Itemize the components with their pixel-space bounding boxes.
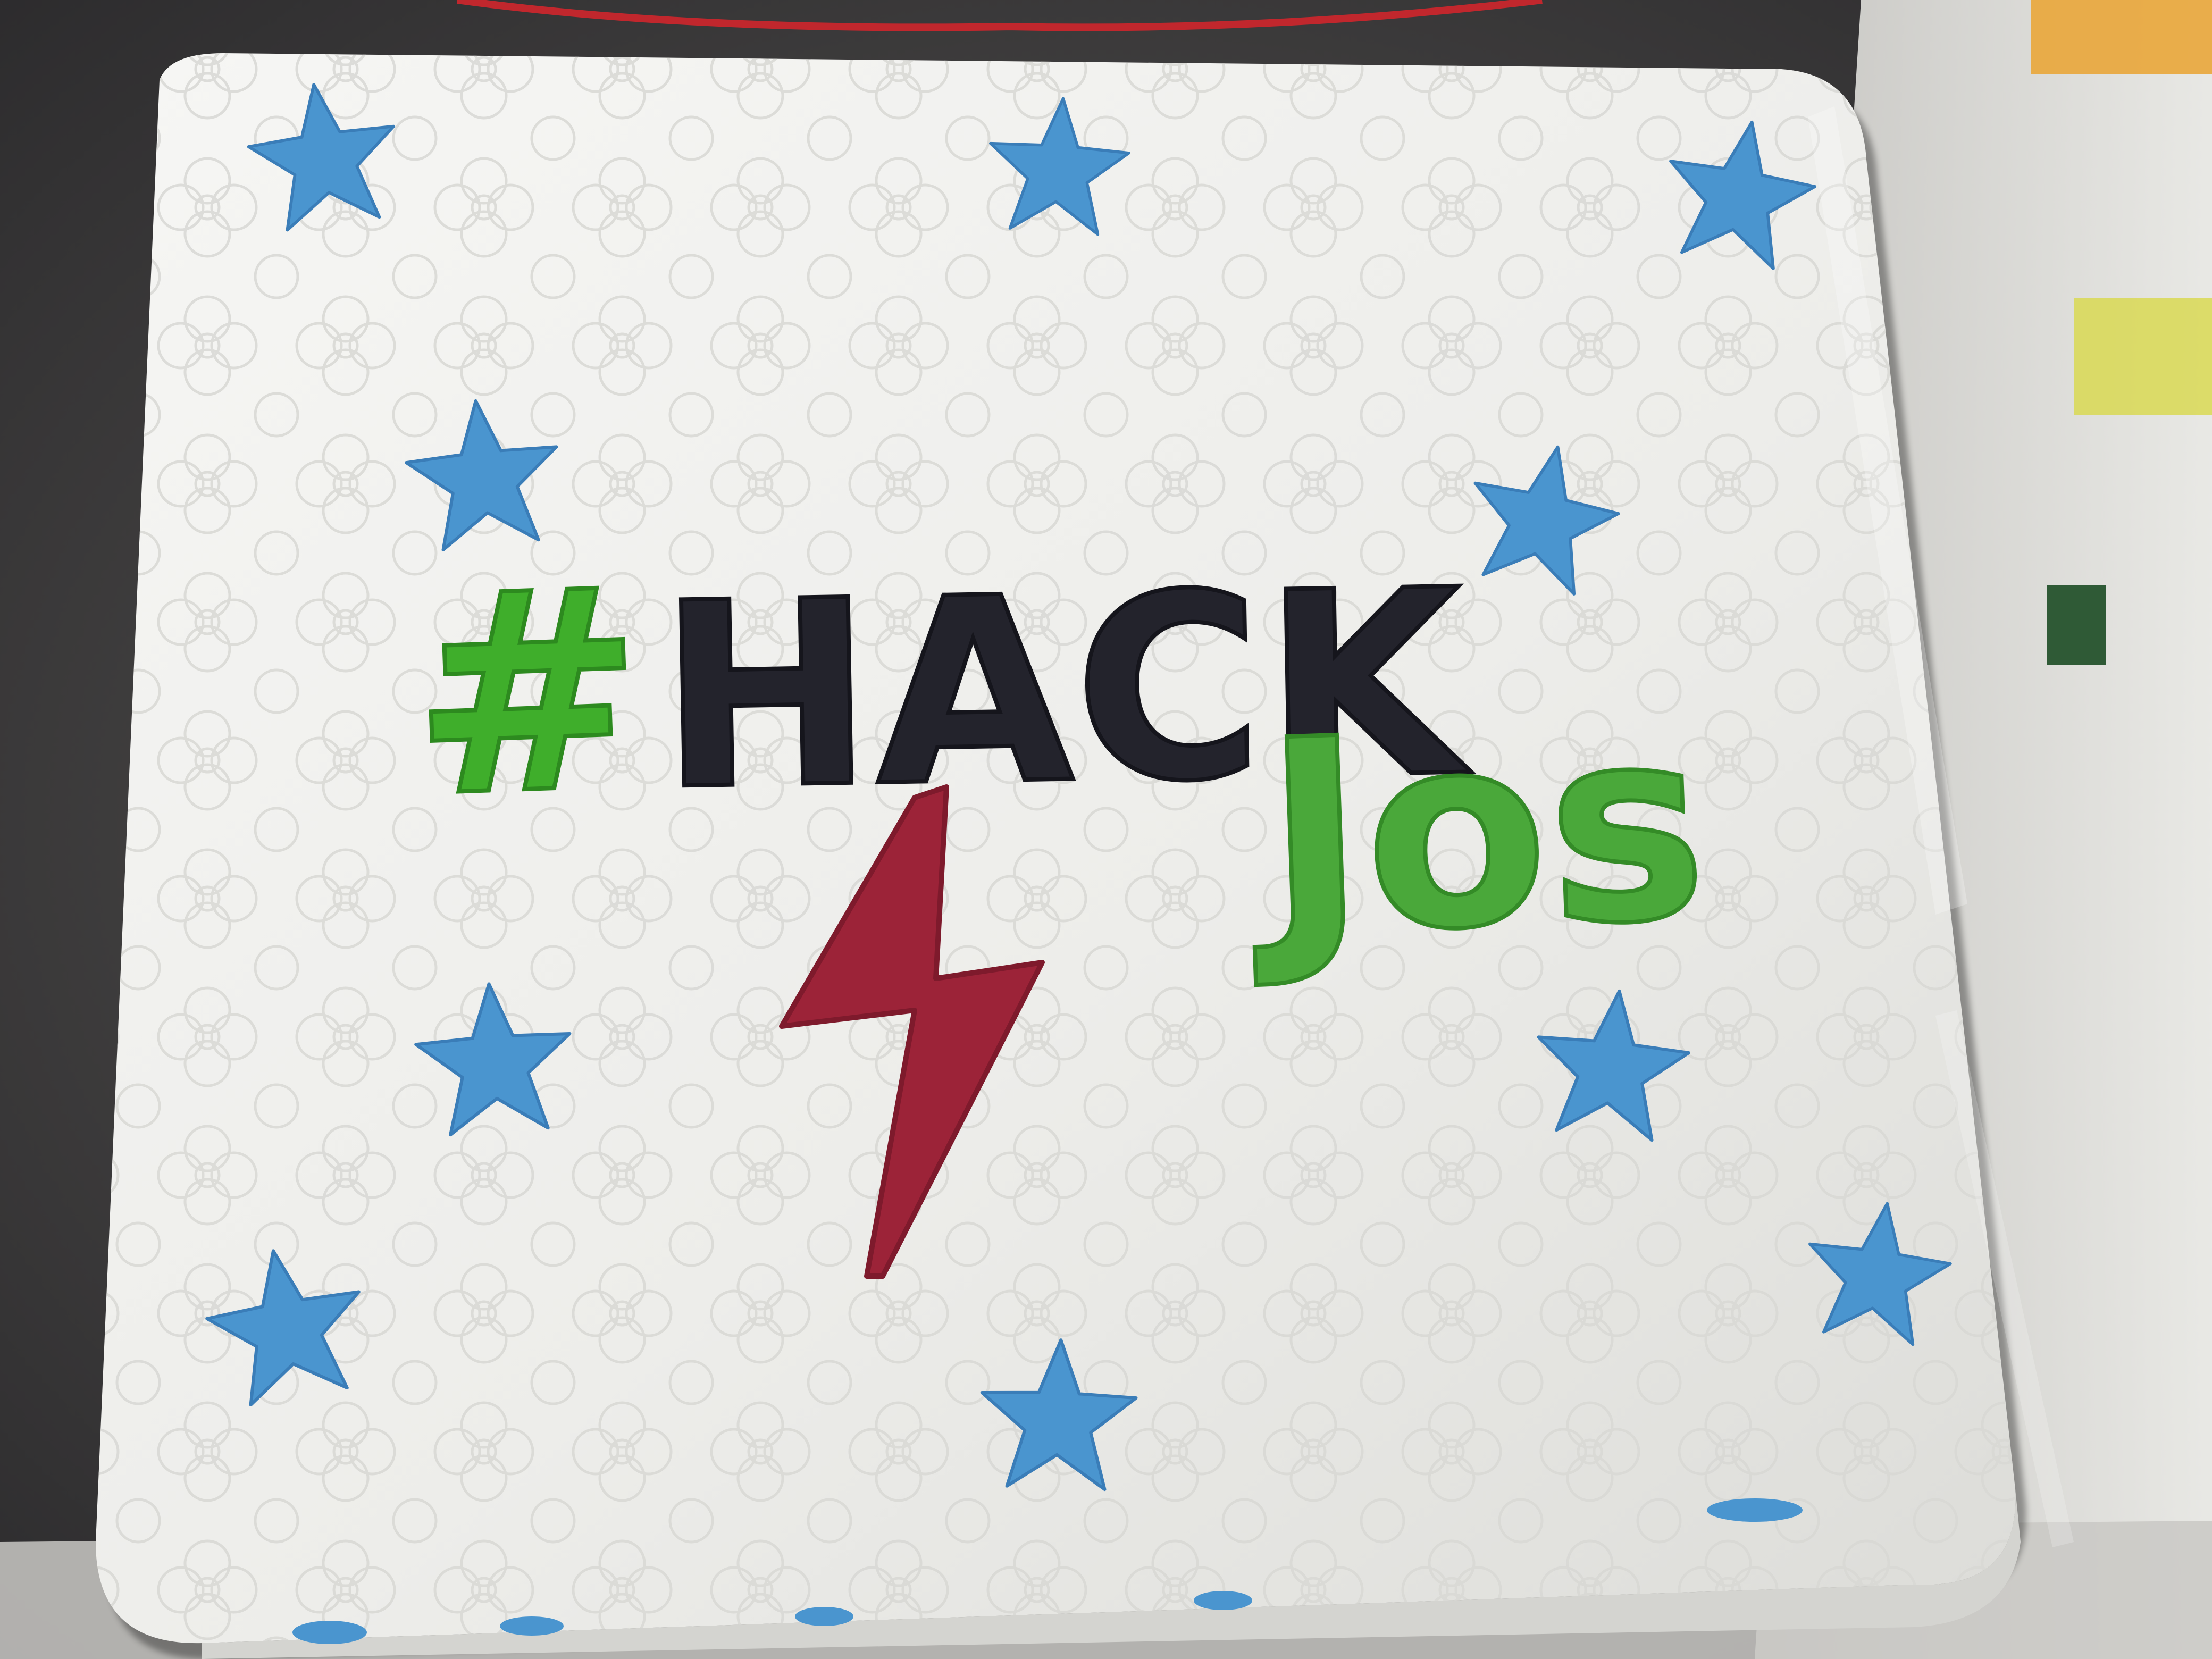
photo-scene: # HACK Jos bbox=[0, 0, 2212, 1659]
jos-word: Jos bbox=[1244, 669, 1711, 994]
colorful-package bbox=[2031, 0, 2212, 74]
green-label bbox=[2047, 585, 2106, 665]
cake-photo: # HACK Jos bbox=[0, 0, 2212, 1659]
hashtag-symbol: # bbox=[406, 528, 649, 858]
yellow-package bbox=[2074, 298, 2212, 415]
